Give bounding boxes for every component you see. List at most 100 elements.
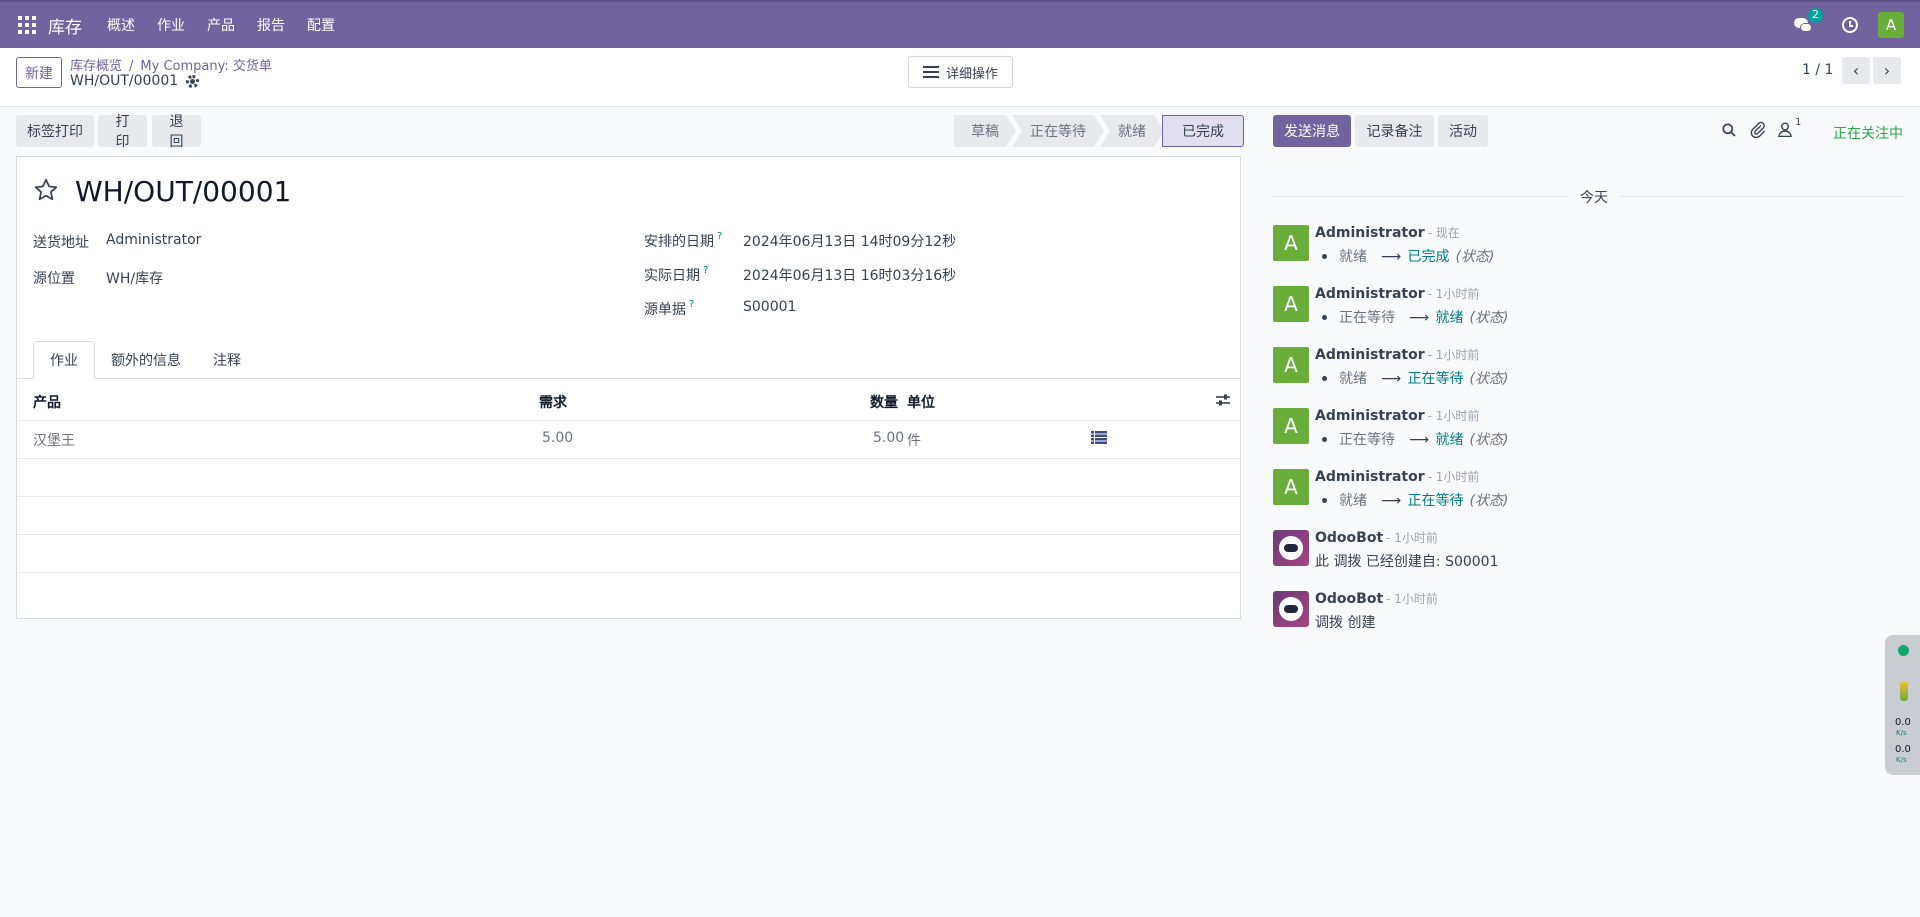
paperclip-icon[interactable] xyxy=(1750,121,1766,138)
star-icon[interactable] xyxy=(33,177,59,203)
message-avatar[interactable]: A xyxy=(1273,469,1309,505)
bot-face-icon xyxy=(1279,597,1303,621)
message-author[interactable]: OdooBot - 1小时前 xyxy=(1315,590,1438,607)
pager-value[interactable]: 1 / 1 xyxy=(1802,62,1833,78)
message-author[interactable]: Administrator - 1小时前 xyxy=(1315,407,1479,424)
detailed-operations-list-icon[interactable] xyxy=(1091,431,1107,444)
signal-bar-icon xyxy=(1900,681,1908,701)
search-icon[interactable] xyxy=(1722,123,1736,137)
status-bar: 草稿 正在等待 就绪 已完成 xyxy=(954,115,1244,147)
user-avatar[interactable]: A xyxy=(1878,12,1904,38)
chevron-right-icon: › xyxy=(1883,61,1891,80)
source-location-value[interactable]: WH/库存 xyxy=(106,268,163,288)
followers-icon[interactable] xyxy=(1778,122,1792,137)
row-divider xyxy=(17,572,1240,573)
download-unit: K/s xyxy=(1896,756,1907,764)
message-body: 此 调拨 已经创建自: S00001 xyxy=(1315,554,1499,570)
breadcrumb-inventory-overview[interactable]: 库存概览 xyxy=(70,59,122,74)
tab-operations[interactable]: 作业 xyxy=(33,341,95,379)
help-icon[interactable]: ? xyxy=(717,231,722,242)
print-labels-button[interactable]: 标签打印 xyxy=(16,115,94,147)
tab-note[interactable]: 注释 xyxy=(197,341,257,379)
message-author[interactable]: OdooBot - 1小时前 xyxy=(1315,529,1438,546)
top-navbar: 库存 概述 作业 产品 报告 配置 2 A xyxy=(0,0,1920,48)
breadcrumb-current-record: WH/OUT/00001 xyxy=(70,73,200,89)
message-tracking-value: 正在等待 ⟶ 就绪 (状态) xyxy=(1315,429,1508,449)
bot-face-icon xyxy=(1279,536,1303,560)
help-icon[interactable]: ? xyxy=(703,265,708,276)
status-waiting[interactable]: 正在等待 xyxy=(1012,115,1104,147)
message-body: 调拨 创建 xyxy=(1315,615,1376,631)
cell-demand[interactable]: 5.00 xyxy=(542,430,573,446)
message-avatar[interactable]: A xyxy=(1273,286,1309,322)
status-done[interactable]: 已完成 xyxy=(1162,115,1244,147)
message-author[interactable]: Administrator - 1小时前 xyxy=(1315,285,1479,302)
status-dot-icon xyxy=(1898,645,1909,656)
source-document-label: 源单据? xyxy=(644,299,695,318)
message-time: - 1小时前 xyxy=(1427,470,1480,484)
cell-uom[interactable]: 件 xyxy=(907,430,921,450)
notebook-tabs: 作业 额外的信息 注释 xyxy=(33,341,257,379)
pager-next-button[interactable]: › xyxy=(1873,57,1901,84)
effective-date-label: 实际日期? xyxy=(644,265,709,284)
column-header-demand[interactable]: 需求 xyxy=(539,392,567,412)
delivery-address-label: 送货地址 xyxy=(33,235,89,251)
message-time: - 1小时前 xyxy=(1427,409,1480,423)
column-header-quantity[interactable]: 数量 xyxy=(870,392,898,412)
breadcrumb: 库存概览 / My Company: 交货单 xyxy=(70,59,272,74)
column-header-product[interactable]: 产品 xyxy=(33,392,61,412)
follower-count: 1 xyxy=(1795,117,1802,128)
control-panel: 新建 库存概览 / My Company: 交货单 WH/OUT/00001 详细操… xyxy=(0,48,1920,107)
message-avatar[interactable]: A xyxy=(1273,347,1309,383)
menu-overview[interactable]: 概述 xyxy=(107,15,135,35)
status-ready[interactable]: 就绪 xyxy=(1100,115,1164,147)
message-tracking-value: 就绪 ⟶ 正在等待 (状态) xyxy=(1315,490,1508,510)
send-message-button[interactable]: 发送消息 xyxy=(1273,115,1351,147)
actions-label: 详细操作 xyxy=(945,66,998,82)
apps-grid-icon[interactable] xyxy=(18,16,36,34)
menu-products[interactable]: 产品 xyxy=(207,15,235,35)
cell-product[interactable]: 汉堡王 xyxy=(33,430,75,450)
menu-configuration[interactable]: 配置 xyxy=(307,15,335,35)
print-button[interactable]: 打印 xyxy=(98,114,147,150)
message-time: - 现在 xyxy=(1427,226,1460,240)
hamburger-icon xyxy=(922,66,939,78)
delivery-address-value[interactable]: Administrator xyxy=(106,232,201,248)
pager-previous-button[interactable]: ‹ xyxy=(1842,57,1870,84)
actions-button[interactable]: 详细操作 xyxy=(908,56,1013,88)
activity-clock-icon[interactable] xyxy=(1842,17,1858,33)
menu-operations[interactable]: 作业 xyxy=(157,15,185,35)
scheduled-date-value[interactable]: 2024年06月13日 14时09分12秒 xyxy=(743,231,956,251)
message-avatar[interactable]: A xyxy=(1273,225,1309,261)
cell-quantity[interactable]: 5.00 xyxy=(873,430,904,446)
odoobot-avatar[interactable] xyxy=(1273,591,1309,627)
download-speed: 0.0 xyxy=(1895,744,1911,755)
message-author[interactable]: Administrator - 1小时前 xyxy=(1315,346,1479,363)
log-note-button[interactable]: 记录备注 xyxy=(1355,115,1434,147)
help-icon[interactable]: ? xyxy=(689,299,694,310)
gear-icon[interactable] xyxy=(186,74,200,88)
menu-reporting[interactable]: 报告 xyxy=(257,15,285,35)
row-divider xyxy=(17,534,1240,535)
message-tracking-value: 就绪 ⟶ 正在等待 (状态) xyxy=(1315,368,1508,388)
record-title: WH/OUT/00001 xyxy=(75,175,292,208)
return-button[interactable]: 退回 xyxy=(152,114,201,150)
message-author[interactable]: Administrator - 现在 xyxy=(1315,224,1460,241)
following-button[interactable]: 正在关注中 xyxy=(1833,123,1903,143)
source-document-value[interactable]: S00001 xyxy=(743,299,796,315)
breadcrumb-delivery-orders[interactable]: My Company: 交货单 xyxy=(140,59,271,74)
status-draft[interactable]: 草稿 xyxy=(954,115,1016,147)
chat-icon[interactable]: 2 xyxy=(1794,8,1823,33)
optional-columns-sliders-icon[interactable] xyxy=(1215,393,1231,407)
app-brand[interactable]: 库存 xyxy=(48,13,82,38)
odoobot-avatar[interactable] xyxy=(1273,530,1309,566)
new-button[interactable]: 新建 xyxy=(16,57,62,88)
source-location-label: 源位置 xyxy=(33,271,75,287)
tab-additional-info[interactable]: 额外的信息 xyxy=(95,341,197,379)
message-avatar[interactable]: A xyxy=(1273,408,1309,444)
activity-button[interactable]: 活动 xyxy=(1438,115,1488,147)
form-sheet: WH/OUT/00001 送货地址 Administrator 源位置 WH/库… xyxy=(16,156,1241,619)
column-header-uom[interactable]: 单位 xyxy=(907,392,935,412)
message-author[interactable]: Administrator - 1小时前 xyxy=(1315,468,1479,485)
network-speed-widget[interactable]: 0.0 K/s 0.0 K/s xyxy=(1885,635,1920,775)
